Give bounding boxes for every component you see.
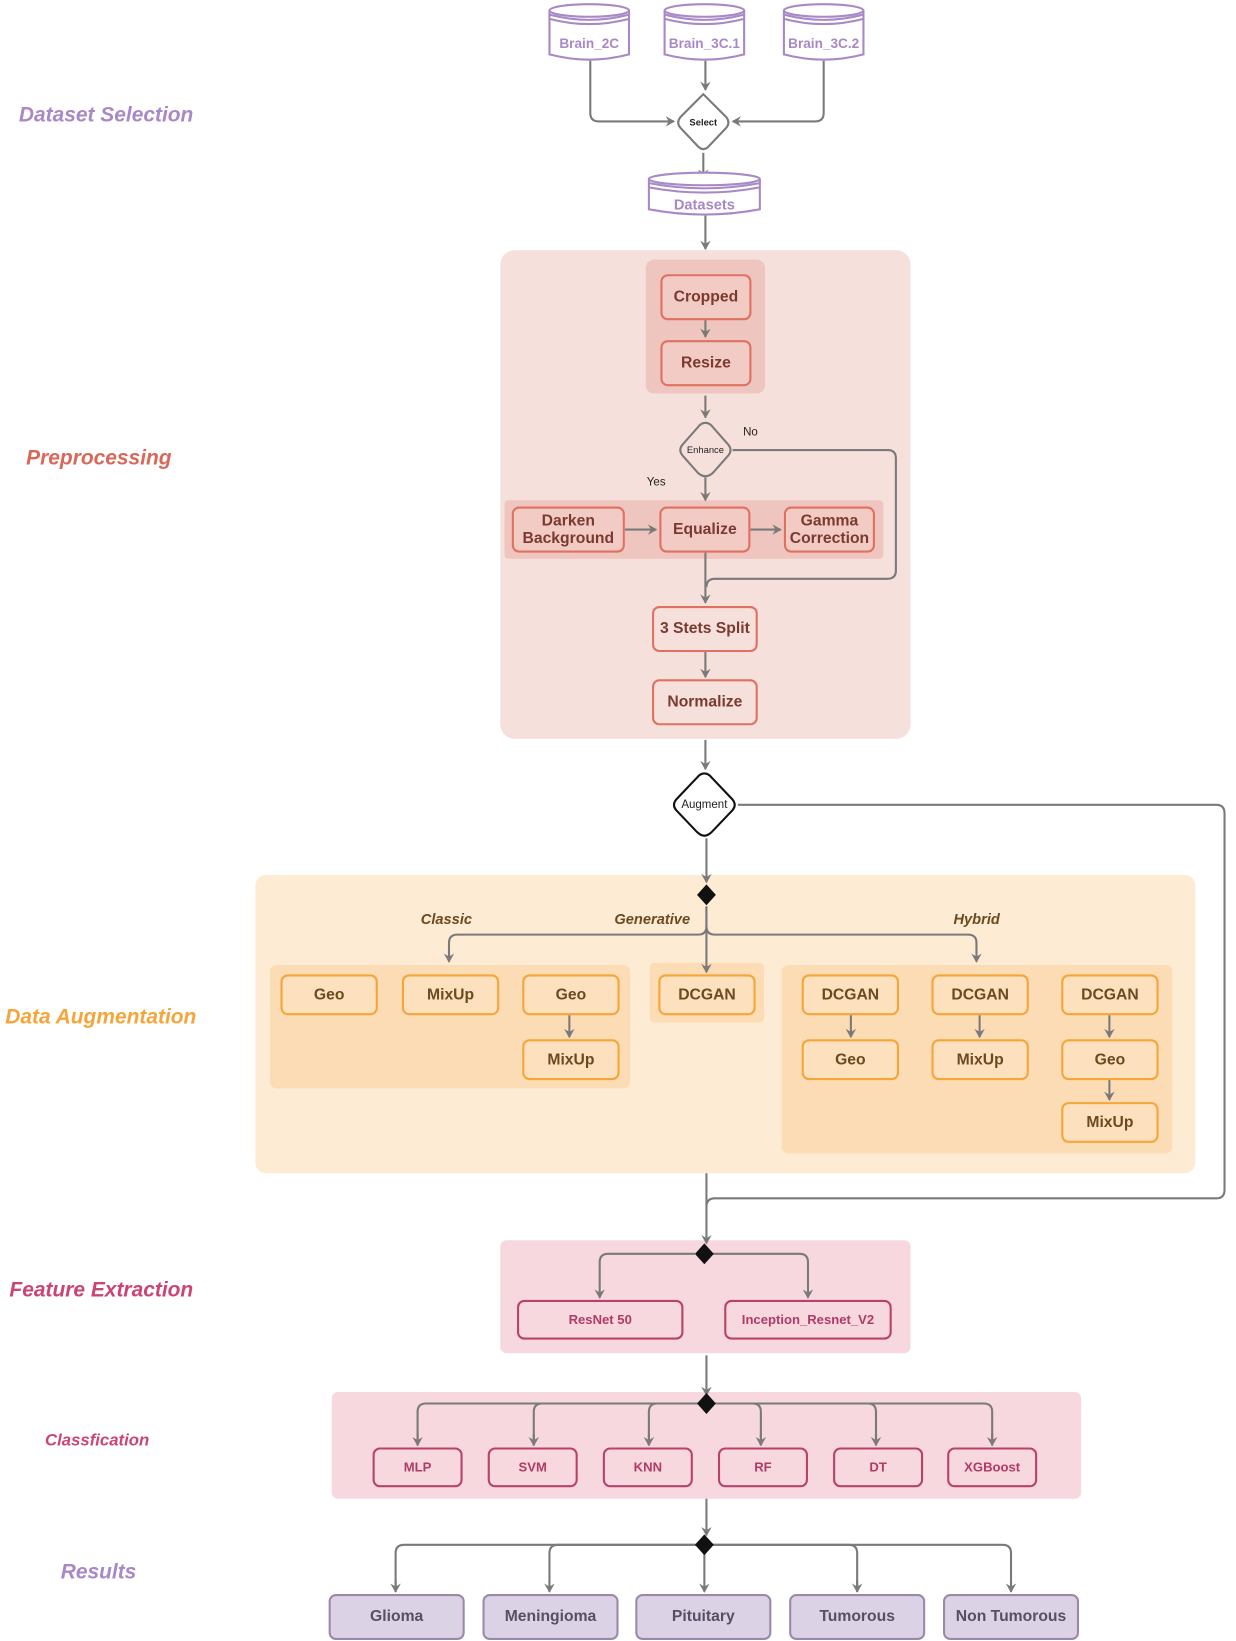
connector-layer xyxy=(390,3,1226,1593)
hybrid3-dcgan-node: DCGAN xyxy=(1061,974,1159,1016)
hybrid2-mixup-node: MixUp xyxy=(931,1039,1029,1081)
database-icon-brain3c2 xyxy=(782,3,865,61)
classifier-mlp: MLP xyxy=(372,1447,463,1488)
wire-brain3c2-select xyxy=(731,60,825,127)
hybrid3-geo-node: Geo xyxy=(1061,1039,1159,1081)
classifier-svm: SVM xyxy=(487,1447,578,1488)
enhance-decision-label: Enhance xyxy=(686,444,725,456)
sets-split-node: 3 Stets Split xyxy=(652,605,758,653)
inception-resnet-v2-node: Inception_Resnet_V2 xyxy=(724,1299,892,1340)
connector-arrow xyxy=(390,60,1226,1593)
resnet50-node: ResNet 50 xyxy=(517,1299,684,1340)
equalize-node: Equalize xyxy=(659,506,751,553)
enhance-no-label: No xyxy=(743,425,758,439)
result-glioma: Glioma xyxy=(328,1593,465,1641)
hybrid3-mixup-node: MixUp xyxy=(1061,1102,1159,1143)
cropped-node: Cropped xyxy=(660,274,752,321)
wire-fe-inception xyxy=(712,1252,814,1299)
branch-label-generative: Generative xyxy=(614,910,691,928)
classifier-rf: RF xyxy=(717,1447,808,1488)
wire-fork-hybrid xyxy=(705,926,982,963)
classic-geo-node: Geo xyxy=(280,974,378,1016)
classic-mixup-node: MixUp xyxy=(401,974,500,1016)
augmentation-fork-icon xyxy=(697,884,716,906)
dataset-brain-2c: Brain_2C xyxy=(559,35,620,52)
classifier-knn: KNN xyxy=(602,1447,693,1488)
dataset-brain-3c2: Brain_3C.2 xyxy=(788,35,860,52)
results-fork-icon xyxy=(694,1534,714,1556)
hybrid1-dcgan-node: DCGAN xyxy=(801,974,900,1016)
generative-dcgan-node: DCGAN xyxy=(658,974,756,1016)
enhance-yes-label: Yes xyxy=(646,476,666,489)
hybrid1-geo-node: Geo xyxy=(801,1039,900,1081)
datasets-output: Datasets xyxy=(673,195,735,213)
branch-label-classic: Classic xyxy=(420,910,473,928)
augment-decision-label: Augment xyxy=(681,798,728,812)
result-non-tumorous: Non Tumorous xyxy=(942,1593,1080,1641)
classification-fork-icon xyxy=(697,1393,716,1414)
result-pituitary: Pituitary xyxy=(635,1593,772,1641)
feature-fork-icon xyxy=(694,1243,714,1265)
dataset-brain-3c1: Brain_3C.1 xyxy=(668,35,740,52)
result-meningioma: Meningioma xyxy=(482,1593,619,1641)
wire-brain2c-select xyxy=(589,60,676,127)
database-icon-brain3c1 xyxy=(663,3,746,61)
wire-fe-resnet xyxy=(594,1252,695,1299)
connector-arrow xyxy=(663,3,746,18)
classifier-dt: DT xyxy=(833,1447,924,1488)
branch-label-hybrid: Hybrid xyxy=(953,910,1000,928)
darken-background-node: Darken Background xyxy=(511,506,625,553)
result-tumorous: Tumorous xyxy=(789,1593,926,1641)
select-decision-label: Select xyxy=(689,117,718,128)
normalize-node: Normalize xyxy=(652,679,758,726)
classic-combo-mixup-node: MixUp xyxy=(522,1039,620,1081)
classifier-xgboost: XGBoost xyxy=(947,1447,1038,1488)
pipeline-diagram: Dataset Selection Preprocessing Data Aug… xyxy=(0,0,1236,1641)
resize-node: Resize xyxy=(660,340,752,387)
connector-arrow xyxy=(782,3,865,18)
database-icon-brain2c xyxy=(548,3,631,61)
gamma-correction-node: Gamma Correction xyxy=(783,506,875,553)
connector-arrow xyxy=(647,171,761,187)
hybrid2-dcgan-node: DCGAN xyxy=(931,974,1029,1016)
classic-combo-geo-node: Geo xyxy=(522,974,620,1016)
connector-arrow xyxy=(548,3,631,18)
